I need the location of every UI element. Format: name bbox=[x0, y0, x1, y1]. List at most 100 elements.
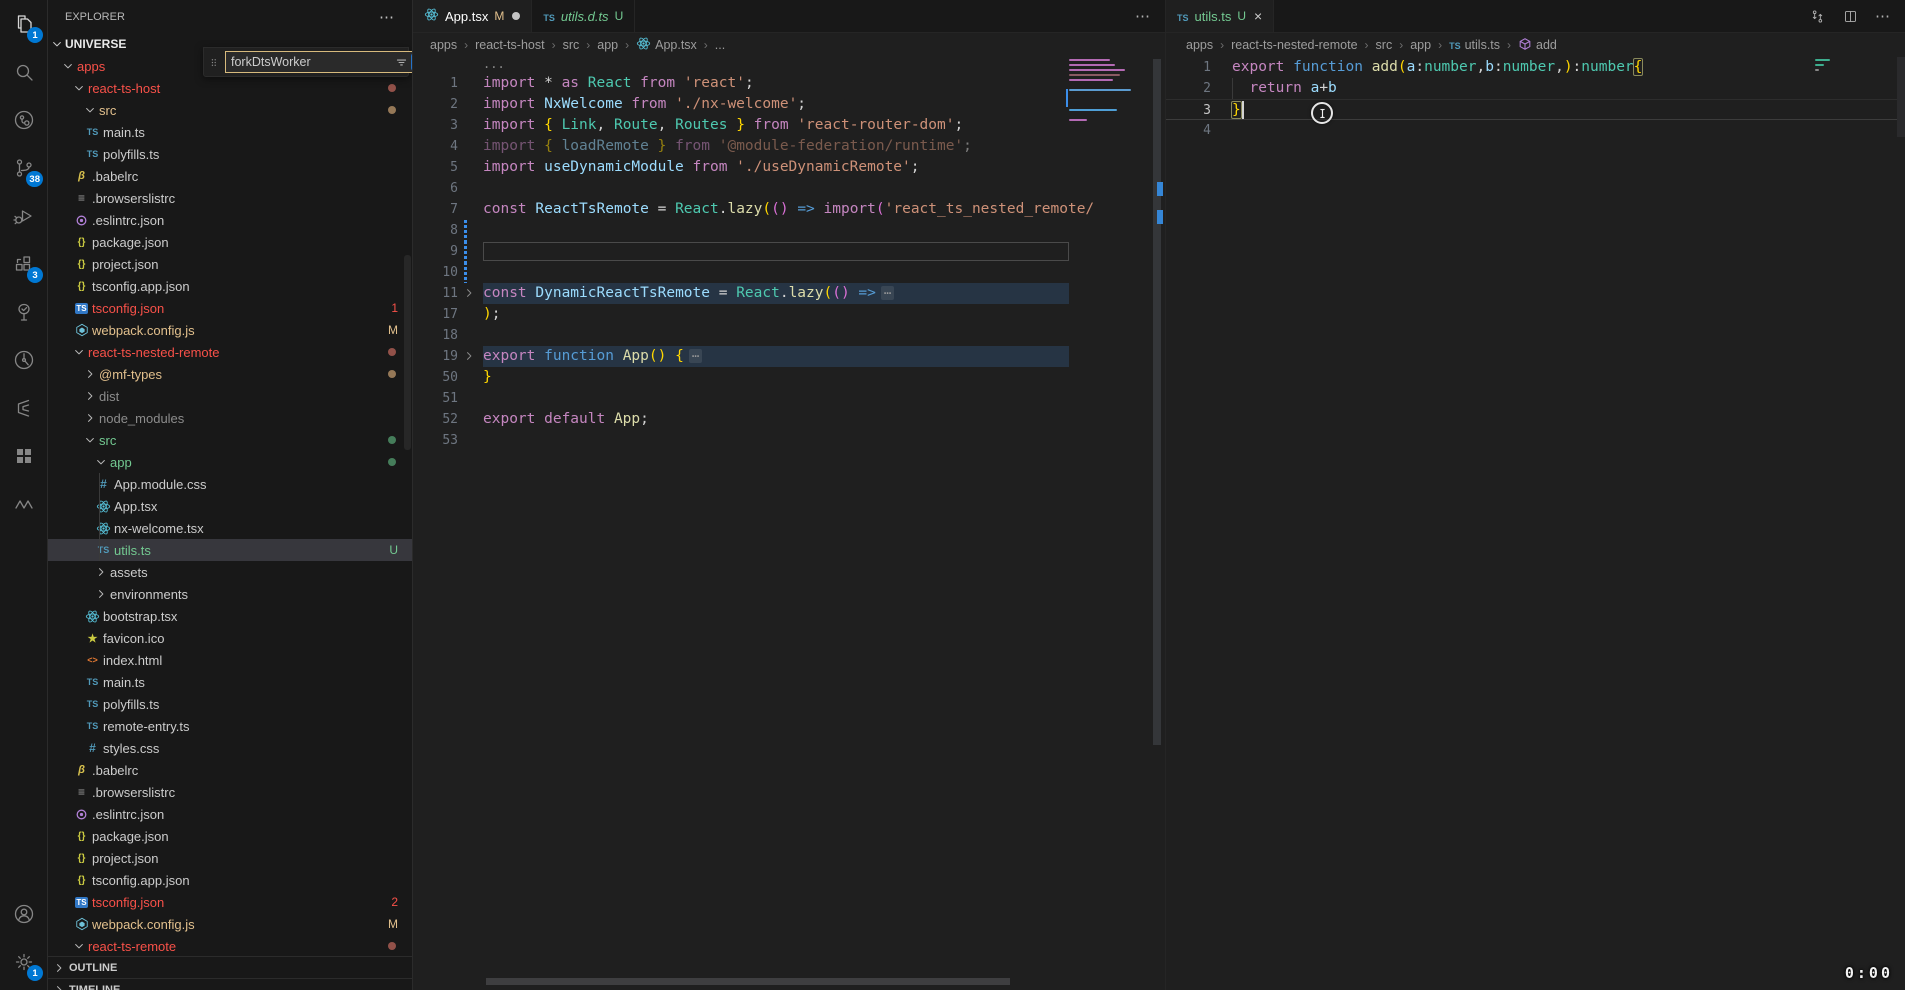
code-line-8[interactable]: 8 bbox=[413, 220, 1165, 241]
file-utils.ts[interactable]: TSutils.tsU bbox=[48, 539, 412, 561]
breadcrumb-item-...[interactable]: ... bbox=[715, 38, 725, 52]
drag-grip-icon[interactable] bbox=[209, 56, 220, 69]
file-tsconfig.json[interactable]: TStsconfig.json1 bbox=[48, 297, 412, 319]
code-line-3[interactable]: 3import { Link, Route, Routes } from 're… bbox=[413, 115, 1165, 136]
folder-src[interactable]: src bbox=[48, 99, 412, 121]
code-line-52[interactable]: 52export default App; bbox=[413, 409, 1165, 430]
folder-react-ts-nested-remote[interactable]: react-ts-nested-remote bbox=[48, 341, 412, 363]
file-project.json[interactable]: {}project.json bbox=[48, 847, 412, 869]
folder-dist[interactable]: dist bbox=[48, 385, 412, 407]
fold-chevron-icon[interactable] bbox=[463, 287, 475, 299]
minimap[interactable] bbox=[1069, 59, 1151, 124]
file-bootstrap.tsx[interactable]: bootstrap.tsx bbox=[48, 605, 412, 627]
file-polyfills.ts[interactable]: TSpolyfills.ts bbox=[48, 143, 412, 165]
code-line-1[interactable]: 1import * as React from 'react'; bbox=[413, 73, 1165, 94]
pie-circle-icon[interactable] bbox=[0, 336, 48, 384]
breadcrumb-item-src[interactable]: src bbox=[1376, 38, 1393, 52]
code-line-11[interactable]: 11const DynamicReactTsRemote = React.laz… bbox=[413, 283, 1165, 304]
tab-utils.d.ts[interactable]: TSutils.d.tsU bbox=[532, 0, 635, 32]
code-line-10[interactable]: 10 bbox=[413, 262, 1165, 283]
source-control-icon[interactable]: 38 bbox=[0, 144, 48, 192]
breadcrumb-item-App.tsx[interactable]: App.tsx bbox=[636, 36, 697, 54]
file-.browserslistrc[interactable]: ≡.browserslistrc bbox=[48, 187, 412, 209]
breadcrumb-item-utils.ts[interactable]: TSutils.ts bbox=[1449, 38, 1500, 52]
file-webpack.config.js[interactable]: webpack.config.jsM bbox=[48, 319, 412, 341]
vertical-scrollbar[interactable] bbox=[1153, 59, 1161, 745]
file-polyfills.ts[interactable]: TSpolyfills.ts bbox=[48, 693, 412, 715]
explorer-more-actions-icon[interactable]: ⋯ bbox=[379, 8, 395, 26]
breadcrumb-item-react-ts-host[interactable]: react-ts-host bbox=[475, 38, 544, 52]
code-editor-app-tsx[interactable]: ...1import * as React from 'react';2impo… bbox=[413, 57, 1165, 990]
file-webpack.config.js[interactable]: webpack.config.jsM bbox=[48, 913, 412, 935]
breadcrumb-item-src[interactable]: src bbox=[563, 38, 580, 52]
file-tsconfig.app.json[interactable]: {}tsconfig.app.json bbox=[48, 869, 412, 891]
code-line-5[interactable]: 5import useDynamicModule from './useDyna… bbox=[413, 157, 1165, 178]
waves-icon[interactable] bbox=[0, 480, 48, 528]
code-line-6[interactable]: 6 bbox=[413, 178, 1165, 199]
breadcrumb-item-apps[interactable]: apps bbox=[1186, 38, 1213, 52]
file-main.ts[interactable]: TSmain.ts bbox=[48, 671, 412, 693]
breadcrumb-item-app[interactable]: app bbox=[1410, 38, 1431, 52]
file-package.json[interactable]: {}package.json bbox=[48, 231, 412, 253]
tab-utils.ts[interactable]: TSutils.tsU× bbox=[1166, 0, 1274, 32]
folder-@mf-types[interactable]: @mf-types bbox=[48, 363, 412, 385]
folder-assets[interactable]: assets bbox=[48, 561, 412, 583]
split-editor-icon[interactable] bbox=[1842, 8, 1859, 25]
code-line-3[interactable]: 3} bbox=[1166, 99, 1905, 120]
tree-find-input[interactable] bbox=[231, 55, 392, 69]
file-App.module.css[interactable]: #App.module.css bbox=[48, 473, 412, 495]
account-icon[interactable] bbox=[0, 890, 48, 938]
file-project.json[interactable]: {}project.json bbox=[48, 253, 412, 275]
code-line-9[interactable]: 9 bbox=[413, 241, 1165, 262]
abstract-extension-icon[interactable] bbox=[0, 384, 48, 432]
run-debug-icon[interactable] bbox=[0, 192, 48, 240]
settings-gear-icon[interactable]: 1 bbox=[0, 938, 48, 986]
file-remote-entry.ts[interactable]: TSremote-entry.ts bbox=[48, 715, 412, 737]
sidebar-scrollbar[interactable] bbox=[404, 255, 411, 450]
collapsed-region-indicator[interactable]: ... bbox=[413, 57, 1165, 73]
file-.babelrc[interactable]: β.babelrc bbox=[48, 165, 412, 187]
code-line-1[interactable]: 1export function add(a:number,b:number,)… bbox=[1166, 57, 1905, 78]
file-.babelrc[interactable]: β.babelrc bbox=[48, 759, 412, 781]
outline-panel-header[interactable]: OUTLINE bbox=[48, 956, 412, 978]
folder-react-ts-host[interactable]: react-ts-host bbox=[48, 77, 412, 99]
file-.eslintrc.json[interactable]: .eslintrc.json bbox=[48, 209, 412, 231]
file-tsconfig.json[interactable]: TStsconfig.json2 bbox=[48, 891, 412, 913]
file-App.tsx[interactable]: App.tsx bbox=[48, 495, 412, 517]
file-.eslintrc.json[interactable]: .eslintrc.json bbox=[48, 803, 412, 825]
code-line-2[interactable]: 2 return a+b bbox=[1166, 78, 1905, 99]
folder-environments[interactable]: environments bbox=[48, 583, 412, 605]
breadcrumb-item-add[interactable]: add bbox=[1518, 37, 1557, 54]
minimap[interactable] bbox=[1815, 59, 1859, 74]
filter-icon[interactable] bbox=[395, 56, 408, 69]
file-package.json[interactable]: {}package.json bbox=[48, 825, 412, 847]
swap-editor-icon[interactable] bbox=[1809, 8, 1826, 25]
close-icon[interactable]: × bbox=[1254, 8, 1262, 24]
fuzzy-match-toggle[interactable] bbox=[411, 53, 413, 71]
code-line-53[interactable]: 53 bbox=[413, 430, 1165, 451]
file-tsconfig.app.json[interactable]: {}tsconfig.app.json bbox=[48, 275, 412, 297]
horizontal-scrollbar[interactable] bbox=[486, 978, 1010, 985]
more-actions-icon[interactable]: ⋯ bbox=[1135, 7, 1151, 25]
file-styles.css[interactable]: #styles.css bbox=[48, 737, 412, 759]
timeline-panel-header[interactable]: TIMELINE bbox=[48, 978, 412, 990]
file-main.ts[interactable]: TSmain.ts bbox=[48, 121, 412, 143]
fold-chevron-icon[interactable] bbox=[463, 350, 475, 362]
folder-node_modules[interactable]: node_modules bbox=[48, 407, 412, 429]
breadcrumb-item-react-ts-nested-remote[interactable]: react-ts-nested-remote bbox=[1231, 38, 1357, 52]
code-editor-utils-ts[interactable]: 1export function add(a:number,b:number,)… bbox=[1166, 57, 1905, 990]
file-favicon.ico[interactable]: ★favicon.ico bbox=[48, 627, 412, 649]
folder-src[interactable]: src bbox=[48, 429, 412, 451]
breadcrumb-item-app[interactable]: app bbox=[597, 38, 618, 52]
breadcrumb-item-apps[interactable]: apps bbox=[430, 38, 457, 52]
code-line-17[interactable]: 17); bbox=[413, 304, 1165, 325]
folder-app[interactable]: app bbox=[48, 451, 412, 473]
code-line-18[interactable]: 18 bbox=[413, 325, 1165, 346]
more-actions-icon[interactable]: ⋯ bbox=[1875, 7, 1891, 25]
search-icon[interactable] bbox=[0, 48, 48, 96]
extensions-icon[interactable]: 3 bbox=[0, 240, 48, 288]
graph-circle-icon[interactable] bbox=[0, 96, 48, 144]
code-line-4[interactable]: 4import { loadRemote } from '@module-fed… bbox=[413, 136, 1165, 157]
file-index.html[interactable]: <>index.html bbox=[48, 649, 412, 671]
code-line-50[interactable]: 50} bbox=[413, 367, 1165, 388]
